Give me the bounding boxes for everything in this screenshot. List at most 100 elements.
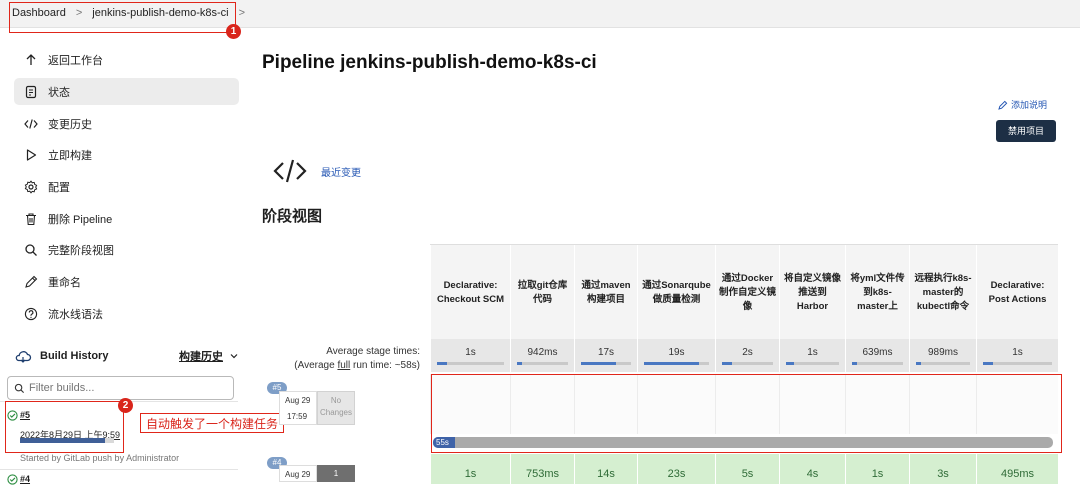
sidebar-item-label: 立即构建 bbox=[48, 149, 92, 162]
run-changes[interactable]: 1 bbox=[317, 465, 355, 482]
stage-header: Declarative: Checkout SCM bbox=[430, 245, 510, 340]
sidebar-item-status[interactable]: 状态 bbox=[14, 78, 239, 105]
stage-average-bar bbox=[722, 362, 773, 365]
full-run-link[interactable]: full bbox=[337, 360, 350, 371]
stage-cell-success[interactable]: 4s bbox=[779, 454, 845, 484]
sidebar-item-changes[interactable]: 变更历史 bbox=[14, 110, 239, 137]
stage-average: 17s bbox=[574, 339, 637, 372]
stage-header: 拉取git仓库代码 bbox=[510, 245, 574, 340]
search-icon bbox=[25, 243, 37, 256]
build-history-title: Build History bbox=[40, 350, 109, 362]
stage-average-bar bbox=[581, 362, 631, 365]
stage-cell-success[interactable]: 1s bbox=[845, 454, 909, 484]
cloud-icon bbox=[15, 351, 32, 363]
breadcrumb-separator-icon[interactable]: > bbox=[239, 7, 245, 19]
stage-header: 通过Sonarqube做质量检测 bbox=[637, 245, 715, 340]
stage-average-value: 17s bbox=[597, 347, 615, 358]
stage-average: 1s bbox=[976, 339, 1058, 372]
sidebar-item-label: 配置 bbox=[48, 181, 70, 194]
gear-icon bbox=[24, 179, 38, 194]
sidebar-item-label: 状态 bbox=[48, 86, 70, 99]
stage-average-value: 989ms bbox=[927, 347, 958, 358]
stage-average: 989ms bbox=[909, 339, 976, 372]
stage-average-bar bbox=[916, 362, 970, 365]
stage-average: 639ms bbox=[845, 339, 909, 372]
stage-average-value: 1s bbox=[807, 347, 818, 358]
stage-header: 通过maven构建项目 bbox=[574, 245, 637, 340]
sidebar-item-label: 流水线语法 bbox=[48, 308, 103, 321]
sidebar-item-full-stage-view[interactable]: 完整阶段视图 bbox=[14, 236, 239, 263]
run-date: Aug 29 bbox=[285, 396, 311, 405]
sidebar-item-label: 返回工作台 bbox=[48, 54, 103, 67]
stage-cell-success[interactable]: 5s bbox=[715, 454, 779, 484]
stage-cell-success[interactable]: 753ms bbox=[510, 454, 574, 484]
run-date-card: Aug 29 17:59 bbox=[279, 391, 317, 425]
sidebar-item-pipeline-syntax[interactable]: 流水线语法 bbox=[14, 300, 239, 327]
success-check-icon bbox=[7, 474, 18, 485]
stage-header-row: Declarative: Checkout SCM 拉取git仓库代码 通过mave… bbox=[430, 244, 1058, 340]
stage-average-value: 639ms bbox=[862, 347, 893, 358]
run-changes[interactable]: No Changes bbox=[317, 391, 355, 425]
stage-average-bar bbox=[983, 362, 1052, 365]
stage-cell-success[interactable]: 1s bbox=[430, 454, 510, 484]
stage-average: 1s bbox=[779, 339, 845, 372]
stage-header: 远程执行k8s-master的kubectl命令 bbox=[909, 245, 976, 340]
annotation-note: 自动触发了一个构建任务 bbox=[140, 413, 285, 433]
sidebar-item-configure[interactable]: 配置 bbox=[14, 173, 239, 200]
stage-header: 通过Docker制作自定义镜像 bbox=[715, 245, 779, 340]
stage-average-bar bbox=[437, 362, 504, 365]
code-icon bbox=[273, 159, 307, 183]
sidebar-item-label: 完整阶段视图 bbox=[48, 244, 114, 257]
sidebar-item-delete[interactable]: 删除 Pipeline bbox=[14, 205, 239, 232]
sidebar-item-label: 变更历史 bbox=[48, 118, 92, 131]
stage-cell-success[interactable]: 495ms bbox=[976, 454, 1058, 484]
search-icon bbox=[14, 383, 25, 393]
sidebar-item-back[interactable]: 返回工作台 bbox=[14, 46, 239, 73]
page-title: Pipeline jenkins-publish-demo-k8s-ci bbox=[262, 52, 597, 73]
stage-average: 19s bbox=[637, 339, 715, 372]
build-cause: Started by GitLab push by Administrator bbox=[20, 453, 180, 463]
stage-average: 1s bbox=[430, 339, 510, 372]
stage-average-value: 942ms bbox=[527, 347, 558, 358]
sidebar-item-build-now[interactable]: 立即构建 bbox=[14, 141, 239, 168]
chevron-down-icon[interactable] bbox=[229, 351, 239, 361]
pencil-icon bbox=[998, 100, 1008, 110]
add-description-label: 添加说明 bbox=[1011, 100, 1048, 110]
sidebar-item-label: 删除 Pipeline bbox=[48, 213, 113, 226]
filter-builds-field[interactable] bbox=[7, 376, 234, 400]
stage-average-value: 1s bbox=[465, 347, 476, 358]
stage-header: 将自定义镜像推送到Harbor bbox=[779, 245, 845, 340]
build-history-link[interactable]: 构建历史 bbox=[179, 348, 223, 364]
recent-changes-link[interactable]: 最近变更 bbox=[321, 164, 361, 179]
document-icon bbox=[25, 85, 37, 98]
disable-project-button[interactable]: 禁用项目 bbox=[996, 120, 1056, 142]
stage-average-bar bbox=[786, 362, 839, 365]
run-date: Aug 29 bbox=[285, 470, 311, 479]
stage-average-value: 1s bbox=[1012, 347, 1023, 358]
stage-average-value: 19s bbox=[668, 347, 685, 358]
stage-cell-success[interactable]: 14s bbox=[574, 454, 637, 484]
build-number[interactable]: #4 bbox=[20, 474, 30, 484]
sidebar-item-label: 重命名 bbox=[48, 276, 81, 289]
sidebar-item-rename[interactable]: 重命名 bbox=[14, 268, 239, 295]
recent-changes[interactable]: 最近变更 bbox=[273, 157, 361, 185]
average-label-line2: (Average full run time: ~58s) bbox=[294, 360, 420, 371]
stage-average: 942ms bbox=[510, 339, 574, 372]
trash-icon bbox=[26, 212, 36, 225]
stage-header: Declarative: Post Actions bbox=[976, 245, 1058, 340]
help-icon bbox=[24, 307, 38, 320]
average-row: 1s 942ms 17s 19s 2s 1s 639ms 989ms 1s bbox=[430, 339, 1058, 372]
stage-header: 将yml文件传到k8s-master上 bbox=[845, 245, 909, 340]
arrow-up-icon bbox=[26, 53, 36, 65]
annotation-box-build bbox=[5, 401, 124, 453]
run-row-4: 1s 753ms 14s 23s 5s 4s 1s 3s 495ms bbox=[430, 450, 1058, 484]
add-description-link[interactable]: 添加说明 bbox=[998, 98, 1047, 111]
stage-average: 2s bbox=[715, 339, 779, 372]
stage-cell-success[interactable]: 23s bbox=[637, 454, 715, 484]
pencil-icon bbox=[25, 275, 38, 288]
build-row-4[interactable]: #4 bbox=[0, 469, 238, 489]
filter-builds-input[interactable] bbox=[29, 382, 219, 394]
stage-average-value: 2s bbox=[742, 347, 753, 358]
stage-cell-success[interactable]: 3s bbox=[909, 454, 976, 484]
run-time: 17:59 bbox=[287, 412, 308, 421]
